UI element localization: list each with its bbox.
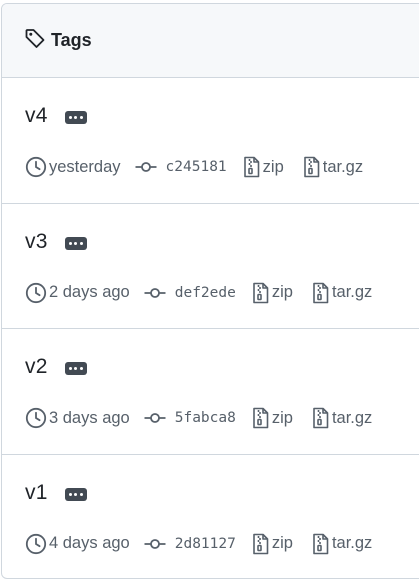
tag-date: 2 days ago	[25, 282, 130, 304]
tag-commit-link[interactable]: 2d81127	[144, 536, 236, 552]
file-zip-icon	[251, 282, 269, 304]
file-zip-icon	[311, 282, 329, 304]
download-targz-link[interactable]: tar.gz	[311, 533, 372, 555]
tag-name-link[interactable]: v3	[25, 230, 48, 254]
tag-icon	[24, 27, 46, 54]
zip-label: zip	[271, 283, 293, 301]
show-description-button[interactable]	[64, 362, 87, 375]
tag-date: yesterday	[25, 156, 121, 178]
tag-commit-link[interactable]: c245181	[135, 159, 227, 175]
file-zip-icon	[242, 156, 260, 178]
show-description-button[interactable]	[64, 487, 87, 501]
download-zip-link[interactable]: zip	[251, 282, 293, 304]
show-description-button[interactable]	[64, 236, 87, 250]
tag-row: v3 2 days ago def2ede zip tar.gz	[2, 204, 419, 329]
clock-icon	[25, 407, 47, 429]
tag-name-link[interactable]: v1	[25, 481, 48, 505]
zip-label: zip	[271, 534, 293, 552]
targz-label: tar.gz	[322, 157, 364, 176]
tag-date-text: 4 days ago	[49, 534, 130, 552]
tags-header: Tags	[2, 4, 419, 78]
file-zip-icon	[311, 407, 329, 429]
tag-list: v4 yesterday c245181 zip tar.gz v3 2 day…	[2, 78, 419, 579]
clock-icon	[25, 282, 47, 304]
commit-sha: def2ede	[174, 284, 236, 301]
download-targz-link[interactable]: tar.gz	[302, 156, 363, 178]
file-zip-icon	[302, 156, 320, 178]
git-commit-icon	[144, 286, 166, 300]
tag-name-link[interactable]: v2	[25, 355, 48, 379]
download-zip-link[interactable]: zip	[251, 407, 293, 429]
targz-label: tar.gz	[331, 534, 373, 552]
clock-icon	[25, 533, 47, 555]
tag-date-text: 3 days ago	[49, 408, 130, 427]
git-commit-icon	[144, 411, 166, 425]
commit-sha: 2d81127	[174, 535, 236, 552]
tag-date: 4 days ago	[25, 533, 130, 555]
tag-date-text: yesterday	[49, 157, 121, 176]
tag-commit-link[interactable]: def2ede	[144, 285, 236, 301]
commit-sha: 5fabca8	[174, 410, 236, 426]
tag-date-text: 2 days ago	[49, 283, 130, 301]
tag-row: v4 yesterday c245181 zip tar.gz	[2, 78, 419, 204]
targz-label: tar.gz	[331, 283, 373, 301]
tag-commit-link[interactable]: 5fabca8	[144, 410, 236, 426]
file-zip-icon	[251, 407, 269, 429]
zip-label: zip	[262, 157, 284, 176]
clock-icon	[25, 156, 47, 178]
download-targz-link[interactable]: tar.gz	[311, 282, 372, 304]
zip-label: zip	[271, 408, 293, 427]
file-zip-icon	[251, 533, 269, 555]
tag-row: v2 3 days ago 5fabca8 zip tar.gz	[2, 329, 419, 455]
tag-row: v1 4 days ago 2d81127 zip tar.gz	[2, 455, 419, 579]
header-title: Tags	[51, 30, 92, 50]
download-targz-link[interactable]: tar.gz	[311, 407, 372, 429]
targz-label: tar.gz	[331, 408, 373, 427]
tags-box: Tags v4 yesterday c245181 zip tar.gz v3 …	[1, 3, 419, 579]
download-zip-link[interactable]: zip	[242, 156, 284, 178]
file-zip-icon	[311, 533, 329, 555]
git-commit-icon	[135, 160, 157, 174]
tag-name-link[interactable]: v4	[25, 104, 48, 128]
git-commit-icon	[144, 537, 166, 551]
commit-sha: c245181	[165, 159, 227, 175]
download-zip-link[interactable]: zip	[251, 533, 293, 555]
tag-date: 3 days ago	[25, 407, 130, 429]
show-description-button[interactable]	[64, 111, 87, 124]
